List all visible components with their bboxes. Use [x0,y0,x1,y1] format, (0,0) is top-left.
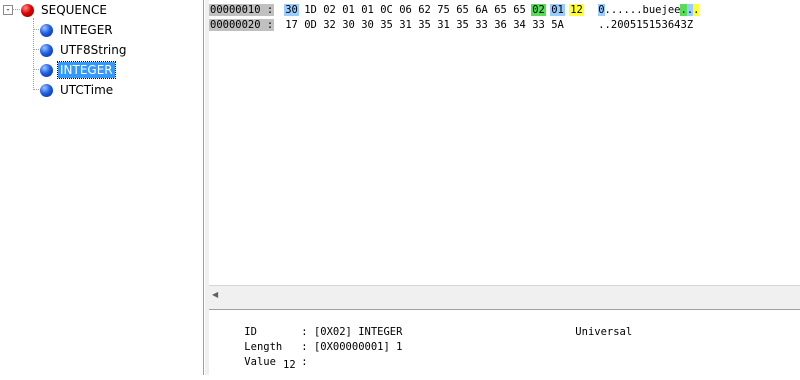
hex-byte[interactable]: 17 [284,19,303,31]
hex-offset: 00000020 : [209,18,275,31]
primitive-node-icon [40,83,53,97]
node-info-panel: ID: [0X02] INTEGER Universal Length: [0X0… [209,310,800,375]
horizontal-scrollbar[interactable]: ◀ [209,285,800,303]
tree-node-label: UTF8String [60,43,127,57]
ascii-column: ..200515153643Z [598,19,693,31]
hex-byte[interactable]: 36 [493,19,512,31]
primitive-node-icon [40,23,53,37]
hex-byte[interactable]: 33 [531,19,550,31]
hex-row: 00000020 : 17 0D 32 30 30 35 31 35 31 35 33 36 34 33 5… [209,17,693,32]
asn1-tree-panel[interactable]: - SEQUENCE INTEGER UTF8String INTEGER UT… [0,0,204,375]
tree-connector [12,9,20,10]
hex-byte[interactable]: 30 [360,19,379,31]
hex-byte[interactable]: 65 [455,4,474,16]
hex-offset: 00000010 : [209,3,275,16]
ascii-char: . [680,3,687,16]
hex-byte[interactable]: 02 [531,3,550,16]
hex-bytes[interactable]: 17 0D 32 30 30 35 31 35 31 35 33 36 34 33 5A [284,19,588,31]
hex-byte[interactable]: 33 [474,19,493,31]
tree-node-label-selected: INTEGER [57,61,116,79]
hex-byte[interactable]: 31 [436,19,455,31]
tree-node-label: SEQUENCE [41,3,107,17]
value-separator: : [301,356,308,368]
hex-byte[interactable]: 02 [322,4,341,16]
hex-bytes[interactable]: 30 1D 02 01 01 0C 06 62 75 65 6A 65 65 02 01 12 [284,3,588,16]
tree-node-utf8string[interactable]: UTF8String [40,41,128,59]
hex-byte[interactable]: 0D [303,19,322,31]
hex-byte[interactable]: 01 [341,4,360,16]
hex-byte[interactable]: 12 [569,3,588,16]
hex-byte[interactable]: 06 [398,4,417,16]
ascii-char: . [693,3,700,16]
hex-byte[interactable]: 75 [436,4,455,16]
tree-node-label: UTCTime [60,83,114,97]
ascii-column: 0......buejee... [598,3,700,16]
primitive-node-icon [40,43,53,57]
tree-node-label: INTEGER [60,23,113,37]
hex-dump-panel[interactable]: 00000010 : 30 1D 02 01 01 0C 06 62 75 65 6A 65 65 02 0… [209,0,800,285]
hex-byte[interactable]: 01 [360,4,379,16]
hex-byte[interactable]: 35 [379,19,398,31]
hex-byte[interactable]: 35 [455,19,474,31]
hex-byte[interactable]: 30 [341,19,360,31]
hex-byte[interactable]: 62 [417,4,436,16]
hex-byte[interactable]: 6A [474,4,493,16]
collapse-toggle[interactable]: - [3,5,13,15]
hex-byte[interactable]: 31 [398,19,417,31]
hex-byte[interactable]: 34 [512,19,531,31]
constructed-node-icon [21,3,34,17]
hex-byte[interactable]: 0C [379,4,398,16]
hex-byte[interactable]: 30 [284,3,303,16]
hex-byte[interactable]: 01 [550,3,569,16]
tree-node-utctime[interactable]: UTCTime [40,81,115,99]
value-content: 12 [283,359,296,371]
tree-node-integer-1[interactable]: INTEGER [40,21,115,39]
hex-byte[interactable]: 65 [493,4,512,16]
tree-node-sequence[interactable]: SEQUENCE [21,1,109,19]
hex-byte[interactable]: 35 [417,19,436,31]
ascii-char: Z [686,18,694,31]
hex-byte[interactable]: 32 [322,19,341,31]
class-value: Universal [575,326,633,338]
hex-byte[interactable]: 5A [550,19,569,31]
hex-byte[interactable]: 1D [303,4,322,16]
hex-row: 00000010 : 30 1D 02 01 01 0C 06 62 75 65 6A 65 65 02 0… [209,2,700,17]
hex-byte[interactable]: 65 [512,4,531,16]
scroll-left-arrow-icon[interactable]: ◀ [212,290,218,299]
tree-node-integer-2[interactable]: INTEGER [40,61,116,79]
panel-splitter[interactable] [209,303,800,310]
primitive-node-icon [40,63,53,77]
length-value: : [0X00000001] 1 [301,341,403,353]
